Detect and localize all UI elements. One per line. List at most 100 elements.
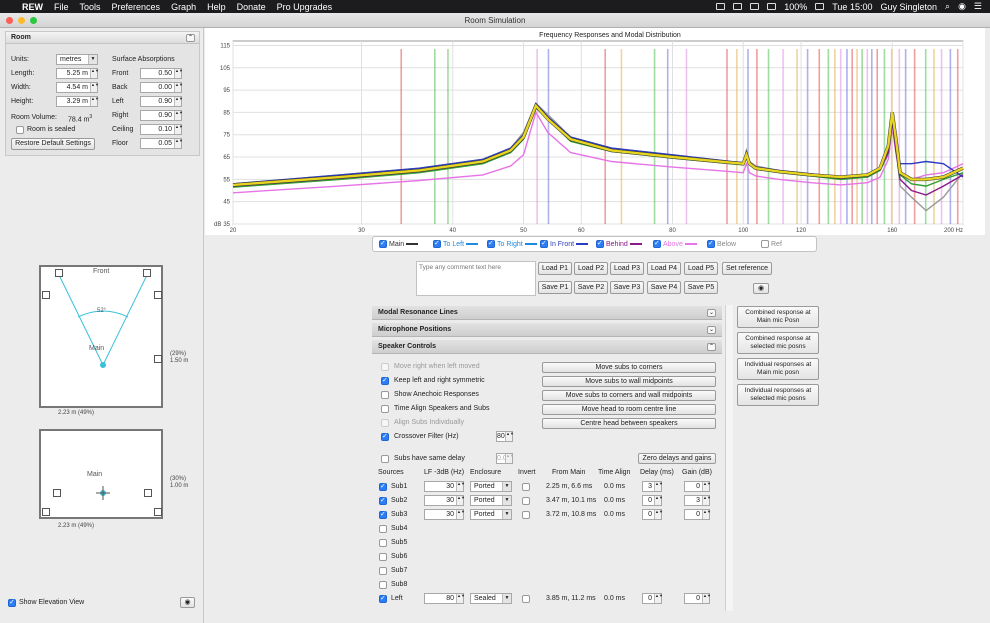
- delay-field[interactable]: 0 ▲▼: [642, 593, 663, 604]
- delay-field[interactable]: 0 ▲▼: [642, 509, 663, 520]
- source-checkbox-sub1[interactable]: [379, 482, 387, 491]
- room-sealed-checkbox[interactable]: [16, 126, 24, 134]
- menu-graph[interactable]: Graph: [171, 2, 196, 12]
- collapse-room-icon[interactable]: ⌃: [186, 34, 195, 42]
- combined-main-button[interactable]: Combined response at Main mic Posn: [737, 306, 819, 328]
- invert-checkbox[interactable]: [522, 497, 530, 505]
- legend-checkbox[interactable]: [379, 239, 387, 248]
- speaker-left-icon[interactable]: [53, 489, 61, 497]
- delay-field[interactable]: 3 ▲▼: [642, 481, 663, 492]
- source-checkbox-sub3[interactable]: [379, 510, 387, 519]
- stepper-icon[interactable]: ▲▼: [90, 69, 99, 78]
- enclosure-select[interactable]: Sealed ▼: [470, 593, 512, 604]
- speaker-sub-icon[interactable]: [154, 355, 162, 363]
- siri-icon[interactable]: ◉: [958, 1, 966, 12]
- centre-head-button[interactable]: Centre head between speakers: [542, 418, 716, 429]
- legend-item-to-right[interactable]: To Right: [487, 239, 537, 248]
- move-subs-corners-midpoints-button[interactable]: Move subs to corners and wall midpoints: [542, 390, 716, 401]
- anechoic-checkbox[interactable]: [381, 391, 389, 399]
- comment-field[interactable]: Type any comment text here: [416, 261, 536, 296]
- source-checkbox-sub8[interactable]: [379, 581, 387, 589]
- stepper-icon[interactable]: ▲▼: [174, 125, 183, 134]
- load-p5-button[interactable]: Load P5: [684, 262, 718, 275]
- stepper-icon[interactable]: ▲▼: [654, 594, 663, 603]
- speaker-right-icon[interactable]: [144, 489, 152, 497]
- move-head-centre-button[interactable]: Move head to room centre line: [542, 404, 716, 415]
- menu-preferences[interactable]: Preferences: [112, 2, 161, 12]
- speaker-left-icon[interactable]: [55, 269, 63, 277]
- stepper-icon[interactable]: ▲▼: [456, 510, 465, 519]
- load-p1-button[interactable]: Load P1: [538, 262, 572, 275]
- stepper-icon[interactable]: ▲▼: [456, 482, 465, 491]
- legend-checkbox[interactable]: [487, 239, 495, 248]
- gain-field[interactable]: 0 ▲▼: [684, 593, 711, 604]
- save-p3-button[interactable]: Save P3: [610, 281, 644, 294]
- menu-file[interactable]: File: [54, 2, 69, 12]
- legend-item-ref[interactable]: Ref: [761, 240, 782, 248]
- stepper-icon[interactable]: ▲▼: [174, 83, 183, 92]
- stepper-icon[interactable]: ▲▼: [702, 510, 711, 519]
- legend-item-to-left[interactable]: To Left: [433, 239, 479, 248]
- menu-app[interactable]: REW: [22, 2, 43, 12]
- menu-donate[interactable]: Donate: [237, 2, 266, 12]
- symmetric-checkbox[interactable]: [381, 376, 389, 385]
- speaker-right-icon[interactable]: [143, 269, 151, 277]
- legend-checkbox[interactable]: [540, 239, 548, 248]
- frequency-graph[interactable]: Frequency Responses and Modal Distributi…: [205, 28, 985, 235]
- move-subs-corners-button[interactable]: Move subs to corners: [542, 362, 716, 373]
- load-p4-button[interactable]: Load P4: [647, 262, 681, 275]
- gain-field[interactable]: 0 ▲▼: [684, 509, 711, 520]
- stepper-icon[interactable]: ▲▼: [90, 97, 99, 106]
- expand-icon[interactable]: ⌄: [707, 326, 716, 334]
- menu-tools[interactable]: Tools: [80, 2, 101, 12]
- height-field[interactable]: 3.29 m ▲▼: [56, 96, 99, 107]
- search-icon[interactable]: ⌕: [945, 1, 950, 12]
- stepper-icon[interactable]: ▲▼: [456, 496, 465, 505]
- stepper-icon[interactable]: ▲▼: [505, 454, 514, 463]
- lf-field[interactable]: 80 ▲▼: [424, 593, 465, 604]
- mic-positions-header[interactable]: Microphone Positions: [372, 323, 722, 337]
- stepper-icon[interactable]: ▲▼: [174, 139, 183, 148]
- clock[interactable]: Tue 15:00: [832, 2, 872, 12]
- enclosure-select[interactable]: Ported ▼: [470, 495, 512, 506]
- plan-view[interactable]: Front 52° Main: [39, 265, 163, 408]
- align-subs-checkbox[interactable]: [381, 419, 389, 427]
- legend-checkbox[interactable]: [707, 239, 715, 248]
- zero-delays-button[interactable]: Zero delays and gains: [638, 453, 716, 464]
- source-checkbox-sub6[interactable]: [379, 553, 387, 561]
- source-checkbox-sub7[interactable]: [379, 567, 387, 575]
- subs-delay-field[interactable]: 0.0 ▲▼: [496, 453, 514, 464]
- width-field[interactable]: 4.54 m ▲▼: [56, 82, 99, 93]
- save-p4-button[interactable]: Save P4: [647, 281, 681, 294]
- load-p3-button[interactable]: Load P3: [610, 262, 644, 275]
- invert-checkbox[interactable]: [522, 511, 530, 519]
- stepper-icon[interactable]: ▲▼: [654, 510, 663, 519]
- legend-checkbox[interactable]: [596, 239, 604, 248]
- legend-item-in-front[interactable]: In Front: [540, 239, 589, 248]
- stepper-icon[interactable]: ▲▼: [505, 432, 514, 441]
- view-settings-button[interactable]: ◉: [180, 597, 195, 608]
- wifi-icon[interactable]: [750, 3, 760, 10]
- combined-selected-button[interactable]: Combined response at selected mic posns: [737, 332, 819, 354]
- ceiling-absorption-field[interactable]: 0.10 ▲▼: [140, 124, 183, 135]
- zoom-button[interactable]: [30, 17, 37, 24]
- collapse-icon[interactable]: ⌃: [707, 343, 716, 351]
- legend-item-main[interactable]: Main: [379, 239, 419, 248]
- save-p2-button[interactable]: Save P2: [574, 281, 608, 294]
- speaker-side-icon[interactable]: [154, 291, 162, 299]
- dropbox-icon[interactable]: [733, 3, 743, 10]
- floor-absorption-field[interactable]: 0.05 ▲▼: [140, 138, 183, 149]
- individual-main-button[interactable]: Individual responses at Main mic posn: [737, 358, 819, 380]
- user-name[interactable]: Guy Singleton: [880, 2, 937, 12]
- lf-field[interactable]: 30 ▲▼: [424, 495, 465, 506]
- list-icon[interactable]: ☰: [974, 1, 982, 12]
- legend-checkbox[interactable]: [761, 240, 769, 248]
- volume-icon[interactable]: [767, 3, 777, 10]
- expand-icon[interactable]: ⌄: [707, 309, 716, 317]
- stepper-icon[interactable]: ▲▼: [702, 594, 711, 603]
- right-absorption-field[interactable]: 0.90 ▲▼: [140, 110, 183, 121]
- move-subs-midpoints-button[interactable]: Move subs to wall midpoints: [542, 376, 716, 387]
- graph-settings-button[interactable]: ◉: [753, 283, 769, 294]
- front-absorption-field[interactable]: 0.50 ▲▼: [140, 68, 183, 79]
- speaker-sub-icon[interactable]: [154, 508, 162, 516]
